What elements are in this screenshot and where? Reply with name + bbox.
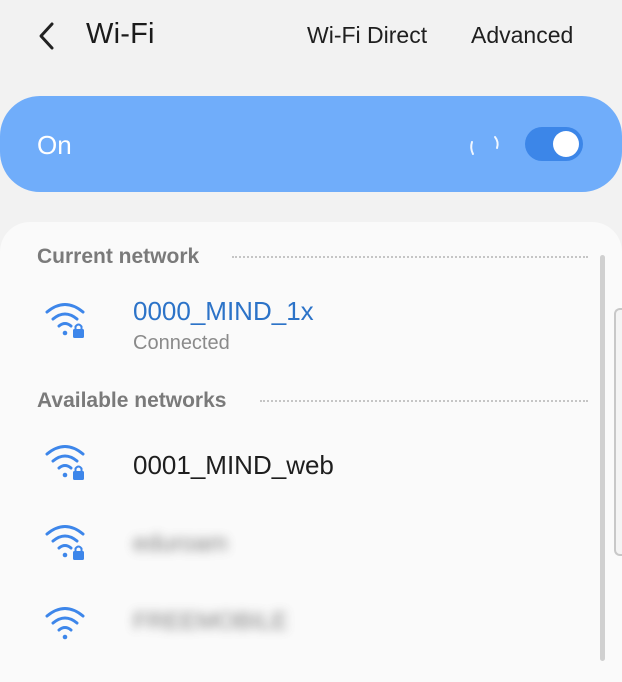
switch-knob [553, 131, 579, 157]
current-network-heading: Current network [37, 245, 200, 268]
scanning-spinner-icon [470, 136, 499, 155]
page-title: Wi-Fi [86, 18, 155, 50]
wifi-locked-icon [45, 303, 85, 338]
wifi-locked-icon [45, 525, 85, 560]
scrollbar[interactable] [600, 255, 605, 661]
wifi-locked-icon [45, 445, 85, 480]
advanced-button[interactable]: Advanced [471, 22, 573, 49]
chevron-left-icon [39, 22, 54, 50]
wifi-icon [45, 607, 85, 640]
current-network-status: Connected [133, 332, 230, 354]
wifi-direct-button[interactable]: Wi-Fi Direct [307, 22, 427, 49]
network-name-redacted: eduroam [133, 530, 228, 557]
network-row[interactable]: 0001_MIND_web [0, 432, 600, 500]
wifi-toggle-switch[interactable] [525, 127, 583, 161]
toggle-state-label: On [37, 130, 72, 160]
network-row-current[interactable]: 0000_MIND_1x Connected [0, 282, 600, 368]
network-row[interactable]: FREEMOBILE [0, 590, 600, 658]
current-network-name: 0000_MIND_1x [133, 296, 314, 326]
back-button[interactable] [32, 18, 66, 54]
network-name-redacted: FREEMOBILE [133, 608, 288, 635]
edge-panel-handle[interactable] [614, 308, 622, 556]
network-row[interactable]: eduroam [0, 512, 600, 580]
header-bar: Wi-Fi Wi-Fi Direct Advanced [0, 0, 622, 72]
section-divider [232, 256, 588, 258]
section-divider [260, 400, 588, 402]
available-networks-heading: Available networks [37, 389, 227, 412]
network-name: 0001_MIND_web [133, 450, 334, 480]
